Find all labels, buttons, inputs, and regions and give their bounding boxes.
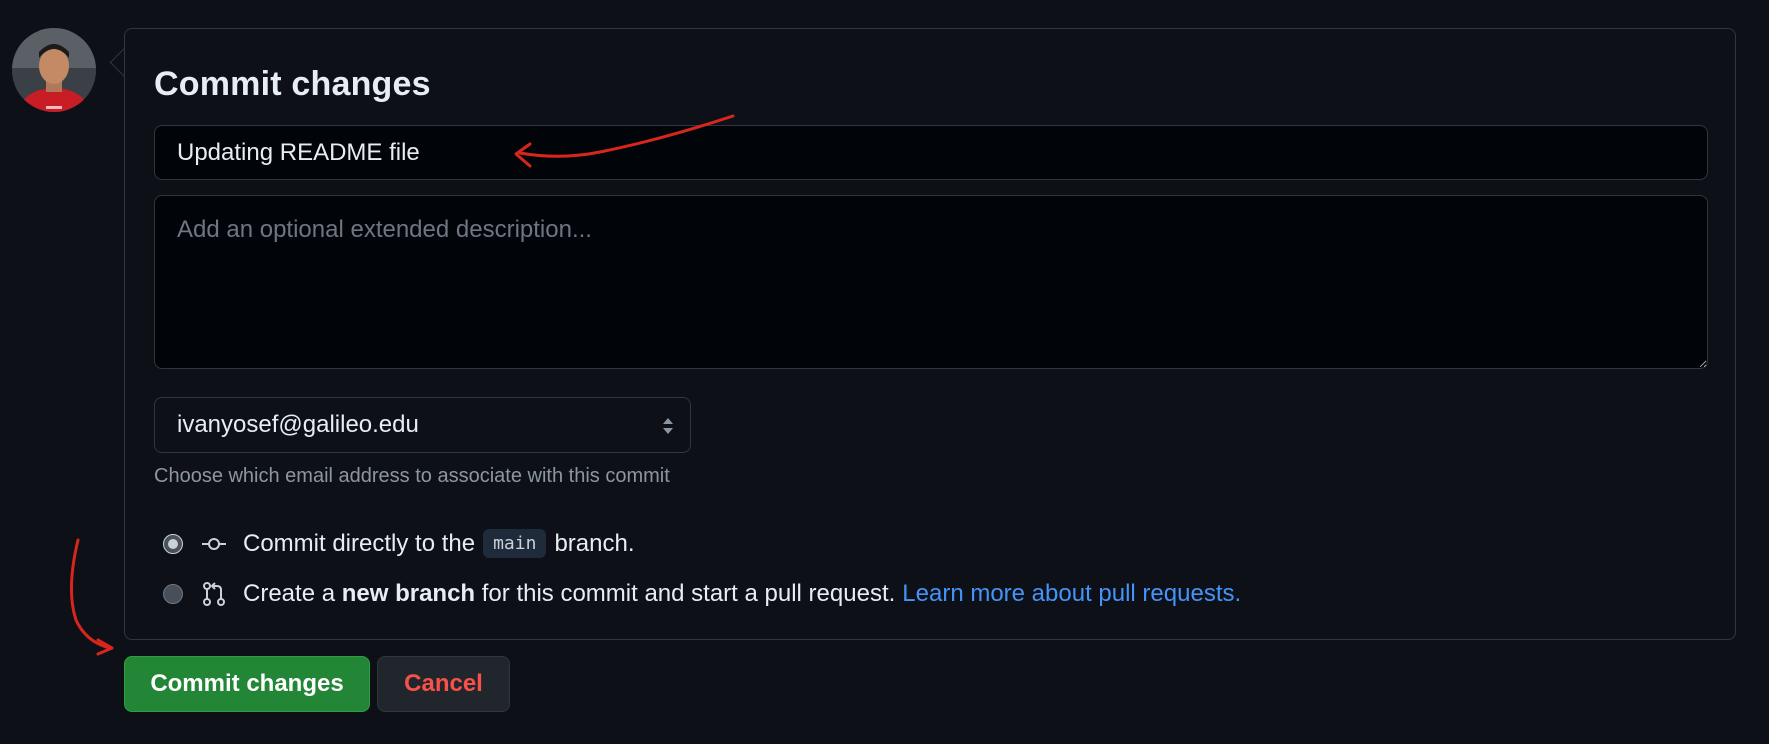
panel-title: Commit changes — [154, 65, 431, 103]
commit-panel: Commit changes ivanyosef@galileo.edu Cho… — [124, 28, 1736, 640]
new-branch-bold: new branch — [341, 580, 476, 607]
user-avatar[interactable] — [12, 28, 96, 112]
select-arrows-icon — [663, 418, 673, 434]
email-hint: Choose which email address to associate … — [154, 465, 670, 487]
commit-changes-button[interactable]: Commit changes — [124, 656, 370, 712]
new-branch-prefix: Create a — [243, 580, 336, 607]
annotation-arrow-to-commit — [70, 538, 112, 650]
commit-description-textarea[interactable] — [154, 195, 1708, 369]
commit-direct-option[interactable]: Commit directly to the main branch. — [163, 529, 635, 558]
new-branch-radio[interactable] — [163, 584, 183, 604]
commit-changes-page: Commit changes ivanyosef@galileo.edu Cho… — [0, 0, 1769, 744]
email-select[interactable]: ivanyosef@galileo.edu — [154, 397, 691, 453]
commit-direct-radio[interactable] — [163, 533, 183, 554]
cancel-button[interactable]: Cancel — [377, 656, 510, 712]
commit-direct-suffix: branch. — [554, 529, 635, 557]
learn-more-pull-requests-link[interactable]: Learn more about pull requests. — [902, 580, 1241, 608]
branch-name-code: main — [483, 529, 547, 558]
git-pull-request-icon — [203, 582, 225, 606]
avatar-icon — [12, 28, 96, 112]
commit-summary-input[interactable] — [154, 125, 1708, 180]
email-select-value: ivanyosef@galileo.edu — [177, 411, 419, 438]
annotation-arrowhead-commit — [96, 638, 114, 656]
commit-direct-prefix: Commit directly to the — [243, 529, 476, 557]
new-branch-suffix: for this commit and start a pull request… — [481, 580, 896, 607]
git-commit-icon — [202, 537, 226, 550]
new-branch-option[interactable]: Create a new branch for this commit and … — [163, 580, 1241, 608]
